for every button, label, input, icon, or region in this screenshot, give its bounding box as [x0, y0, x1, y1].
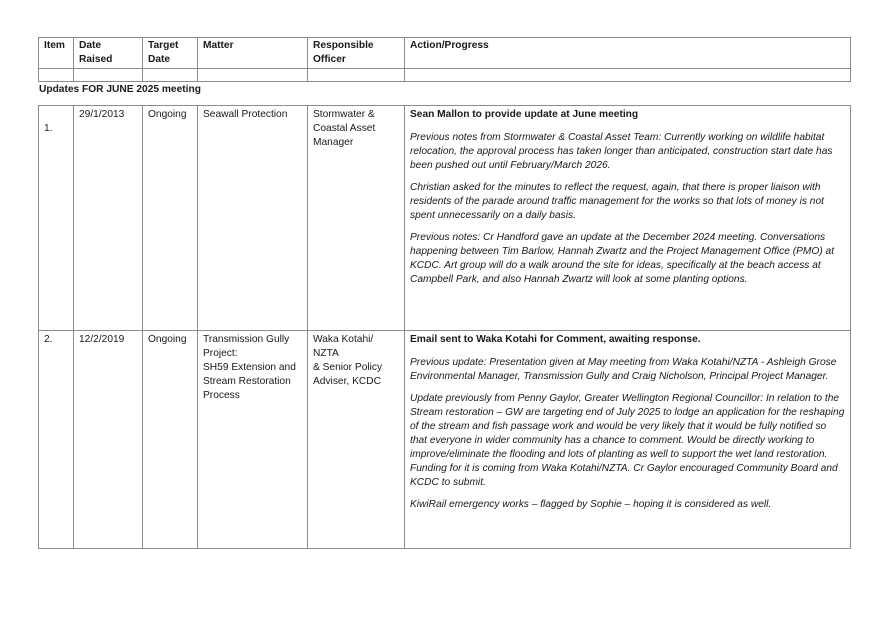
action-note: Previous notes: Cr Handford gave an upda…: [410, 232, 835, 285]
responsible-officer: Waka Kotahi/ NZTA & Senior Policy Advise…: [307, 330, 405, 549]
action-note: KiwiRail emergency works – flagged by So…: [410, 499, 772, 510]
officer-line: Waka Kotahi/ NZTA: [313, 334, 374, 359]
date-raised: 12/2/2019: [73, 330, 143, 549]
action-progress: Email sent to Waka Kotahi for Comment, a…: [404, 330, 851, 549]
action-note: Previous update: Presentation given at M…: [410, 357, 837, 382]
item-number: 2.: [38, 330, 74, 549]
target-date: Ongoing: [142, 330, 198, 549]
blank-row: [38, 68, 851, 82]
responsible-officer: Stormwater & Coastal Asset Manager: [307, 105, 405, 331]
table-row: 2. 12/2/2019 Ongoing Transmission Gully …: [38, 330, 851, 549]
blank-cell: [197, 68, 308, 82]
action-note: Christian asked for the minutes to refle…: [410, 182, 824, 221]
header-table: Item Date Raised Target Date Matter Resp…: [38, 37, 851, 82]
table-row: 1. 29/1/2013 Ongoing Seawall Protection …: [38, 105, 851, 331]
blank-cell: [307, 68, 405, 82]
blank-cell: [142, 68, 198, 82]
matter-line: Transmission Gully Project:: [203, 334, 290, 359]
header-item: Item: [38, 37, 74, 69]
matter: Transmission Gully Project: SH59 Extensi…: [197, 330, 308, 549]
blank-cell: [404, 68, 851, 82]
action-lead: Email sent to Waka Kotahi for Comment, a…: [410, 334, 701, 345]
header-action-progress: Action/Progress: [404, 37, 851, 69]
action-progress: Sean Mallon to provide update at June me…: [404, 105, 851, 331]
date-raised: 29/1/2013: [73, 105, 143, 331]
blank-cell: [38, 68, 74, 82]
header-date-raised: Date Raised: [73, 37, 143, 69]
header-responsible-officer: Responsible Officer: [307, 37, 405, 69]
matter-line: SH59 Extension and Stream Restoration Pr…: [203, 362, 296, 401]
header-row: Item Date Raised Target Date Matter Resp…: [38, 37, 851, 69]
action-lead: Sean Mallon to provide update at June me…: [410, 109, 639, 120]
matter: Seawall Protection: [197, 105, 308, 331]
action-note: Update previously from Penny Gaylor, Gre…: [410, 393, 845, 488]
updates-table: 1. 29/1/2013 Ongoing Seawall Protection …: [38, 105, 851, 549]
header-matter: Matter: [197, 37, 308, 69]
blank-cell: [73, 68, 143, 82]
target-date: Ongoing: [142, 105, 198, 331]
officer-line: & Senior Policy Adviser, KCDC: [313, 362, 383, 387]
item-number: 1.: [38, 105, 74, 331]
header-target-date: Target Date: [142, 37, 198, 69]
action-note: Previous notes from Stormwater & Coastal…: [410, 132, 833, 171]
section-heading: Updates FOR JUNE 2025 meeting: [39, 84, 201, 95]
